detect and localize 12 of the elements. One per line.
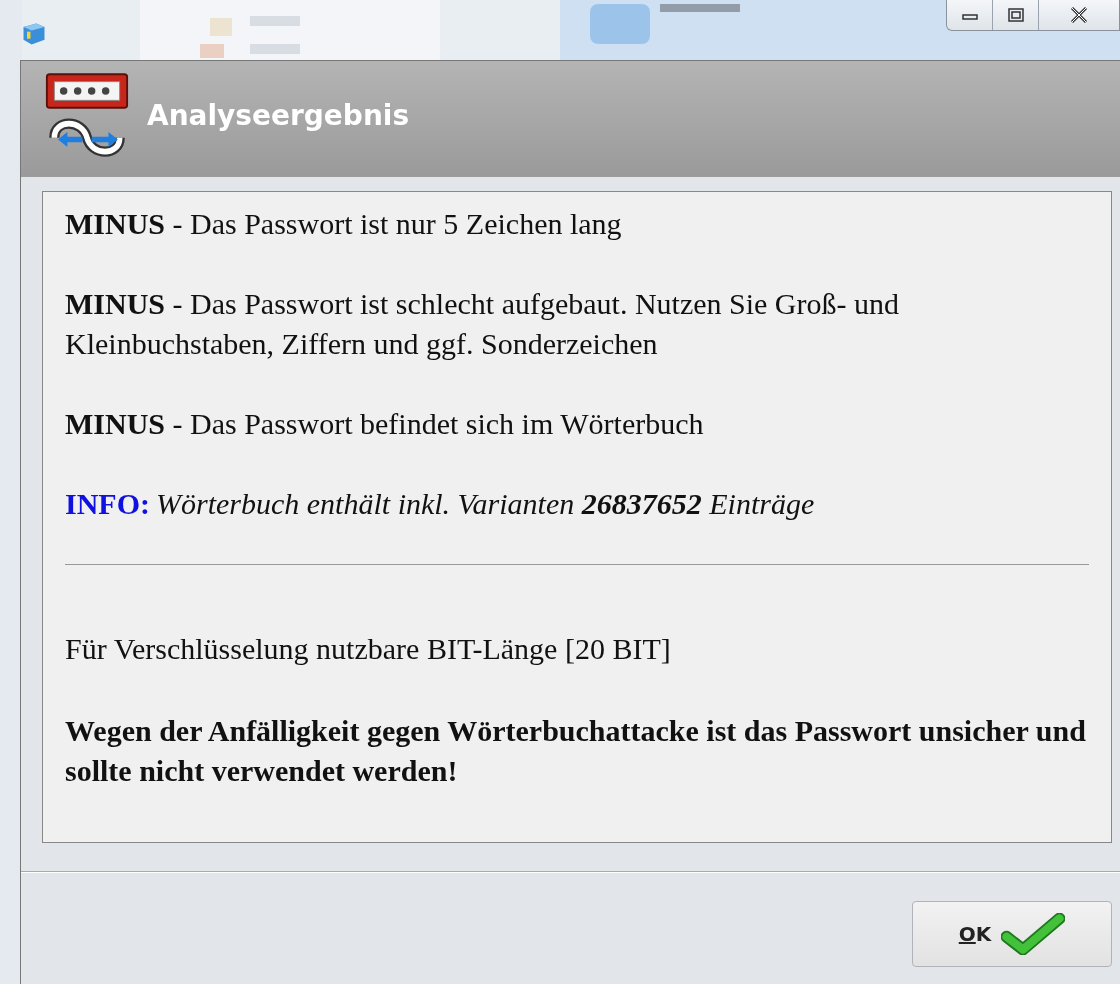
minus-message: MINUS - Das Passwort ist nur 5 Zeichen lang <box>65 206 623 242</box>
info-label: INFO: <box>65 487 150 520</box>
verdict-text: Wegen der Anfälligkeit gegen Wörterbuchattacke ist das Passwort unsicher und sollte nicht verwendet werden! <box>65 713 1087 789</box>
minus-message: MINUS - Das Passwort befindet sich im Wörterbuch <box>65 406 705 442</box>
minus-message: MINUS - Das Passwort ist schlecht aufgebaut. Nutzen Sie Groß- und Kleinbuchstaben, Ziffern und ggf. Sonderzeichen <box>65 286 901 362</box>
maximize-icon <box>1007 8 1024 22</box>
ok-button[interactable]: OK <box>912 901 1112 967</box>
info-message: Wörterbuch enthält inkl. Varianten 26837652 Einträge <box>156 487 815 520</box>
bit-length-text: Für Verschlüsselung nutzbare BIT-Länge [20 BIT] <box>65 631 672 667</box>
checkmark-icon <box>1001 913 1066 955</box>
close-icon <box>1070 7 1088 23</box>
dialog-title: Analyseergebnis <box>147 98 410 132</box>
